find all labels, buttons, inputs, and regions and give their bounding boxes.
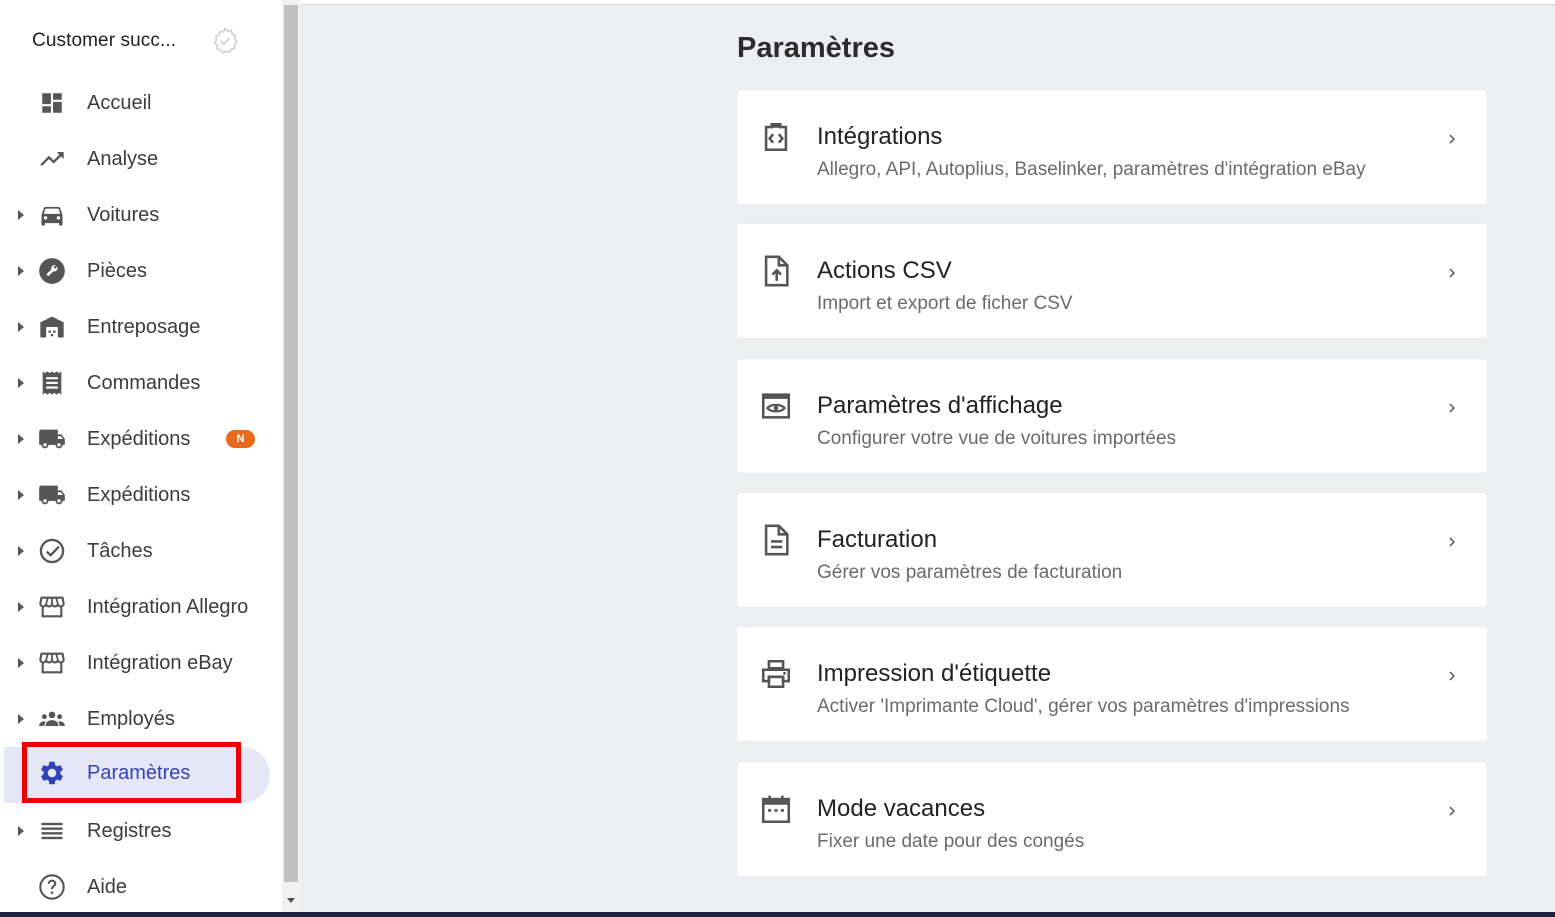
sidebar-item-label: Intégration Allegro <box>87 595 249 618</box>
list-icon <box>37 816 67 846</box>
sidebar-item-label: Aide <box>87 875 128 898</box>
sidebar: Customer succ... Accueil Analyse Voiture… <box>0 0 282 917</box>
card-subtitle: Allegro, API, Autoplius, Baselinker, par… <box>817 159 1366 180</box>
file-upload-icon <box>764 255 789 287</box>
sidebar-item-label: Tâches <box>87 539 153 562</box>
storefront-icon <box>37 648 67 678</box>
card-subtitle: Import et export de fi­cher CSV <box>817 293 1073 314</box>
sidebar-item-expeditions[interactable]: Expéditions <box>0 467 282 523</box>
settings-card-integrations[interactable]: Intégrations Allegro, API, Autoplius, Ba… <box>737 90 1487 204</box>
caret-right-icon[interactable] <box>16 601 26 613</box>
car-icon <box>37 200 67 230</box>
caret-right-icon[interactable] <box>16 265 26 277</box>
caret-right-icon[interactable] <box>16 321 26 333</box>
sidebar-item-entreposage[interactable]: Entreposage <box>0 299 282 355</box>
highlight-box <box>22 742 241 803</box>
settings-card-billing[interactable]: Facturation Gérer vos paramètres de fact… <box>737 493 1487 607</box>
sidebar-item-pieces[interactable]: Pièces <box>0 243 282 299</box>
card-title: Impression d'étiquette <box>817 660 1052 687</box>
workspace-title: Customer succ... <box>32 30 177 51</box>
bottom-edge <box>0 912 1555 917</box>
card-subtitle: Fixer une date pour des congés <box>817 831 1085 852</box>
card-subtitle: Configurer votre vue de voitures importé… <box>817 428 1177 449</box>
trending-up-icon <box>37 144 67 174</box>
sidebar-item-commandes[interactable]: Commandes <box>0 355 282 411</box>
settings-card-csv[interactable]: Actions CSV Import et export de fi­cher … <box>737 224 1487 338</box>
wrench-icon <box>37 256 67 286</box>
sidebar-item-label: Analyse <box>87 147 159 170</box>
caret-right-icon[interactable] <box>16 377 26 389</box>
caret-right-icon[interactable] <box>16 825 26 837</box>
scrollbar-thumb[interactable] <box>284 5 298 882</box>
sidebar-item-label: Entreposage <box>87 315 201 338</box>
people-icon <box>37 704 67 734</box>
truck-icon <box>37 424 67 454</box>
sidebar-item-label: Pièces <box>87 259 148 282</box>
dashboard-icon <box>37 88 67 118</box>
card-title: Facturation <box>817 526 938 553</box>
sidebar-item-expeditions-new[interactable]: Expéditions N <box>0 411 282 467</box>
settings-card-label-printing[interactable]: Impression d'étiquette Activer 'Impriman… <box>737 627 1487 741</box>
sidebar-item-integration-ebay[interactable]: Intégration eBay <box>0 635 282 691</box>
receipt-icon <box>37 368 67 398</box>
sidebar-item-label: Intégration eBay <box>87 651 233 674</box>
truck-icon <box>37 480 67 510</box>
page-title: Paramètres <box>737 32 895 64</box>
chevron-right-icon <box>1449 806 1455 816</box>
card-title: Paramètres d'affichage <box>817 392 1063 419</box>
caret-right-icon[interactable] <box>16 489 26 501</box>
scroll-down-arrow-icon[interactable] <box>287 898 295 903</box>
workspace-header[interactable]: Customer succ... <box>32 27 282 54</box>
help-icon <box>37 872 67 902</box>
check-circle-icon <box>37 536 67 566</box>
card-title: Mode vacances <box>817 795 986 822</box>
verified-badge-icon <box>213 27 238 54</box>
document-icon <box>764 524 789 556</box>
card-title: Intégrations <box>817 123 943 150</box>
sidebar-item-accueil[interactable]: Accueil <box>0 75 282 131</box>
chevron-right-icon <box>1449 268 1455 278</box>
caret-right-icon[interactable] <box>16 545 26 557</box>
sidebar-item-registres[interactable]: Registres <box>0 803 282 859</box>
chevron-right-icon <box>1449 134 1455 144</box>
card-subtitle: Gérer vos paramètres de facturation <box>817 562 1123 583</box>
sidebar-item-label: Voitures <box>87 203 160 226</box>
sidebar-item-label: Accueil <box>87 91 152 114</box>
card-title: Actions CSV <box>817 257 952 284</box>
preview-eye-icon <box>761 393 791 419</box>
caret-right-icon[interactable] <box>16 209 26 221</box>
chevron-right-icon <box>1449 671 1455 681</box>
warehouse-icon <box>37 312 67 342</box>
sidebar-item-voitures[interactable]: Voitures <box>0 187 282 243</box>
sidebar-item-label: Expéditions <box>87 427 191 450</box>
sidebar-item-label: Commandes <box>87 371 201 394</box>
sidebar-item-label: Expéditions <box>87 483 191 506</box>
chevron-right-icon <box>1449 537 1455 547</box>
integration-code-icon <box>764 122 788 152</box>
settings-card-display[interactable]: Paramètres d'affichage Configurer votre … <box>737 359 1487 473</box>
sidebar-item-label: Employés <box>87 707 175 730</box>
storefront-icon <box>37 592 67 622</box>
printer-icon <box>761 659 791 689</box>
sidebar-item-integration-allegro[interactable]: Intégration Allegro <box>0 579 282 635</box>
sidebar-item-aide[interactable]: Aide <box>0 859 282 915</box>
sidebar-item-label: Registres <box>87 819 172 842</box>
sidebar-item-taches[interactable]: Tâches <box>0 523 282 579</box>
settings-card-vacation[interactable]: Mode vacances Fixer une date pour des co… <box>737 762 1487 876</box>
caret-right-icon[interactable] <box>16 433 26 445</box>
sidebar-scrollbar[interactable] <box>282 0 300 917</box>
caret-right-icon[interactable] <box>16 657 26 669</box>
calendar-icon <box>761 795 791 824</box>
card-subtitle: Activer 'Imprimante Cloud', gérer vos pa… <box>817 696 1350 717</box>
chevron-right-icon <box>1449 403 1455 413</box>
sidebar-item-analyse[interactable]: Analyse <box>0 131 282 187</box>
sidebar-item-employes[interactable]: Employés <box>0 691 282 747</box>
new-badge: N <box>226 430 255 448</box>
caret-right-icon[interactable] <box>16 713 26 725</box>
